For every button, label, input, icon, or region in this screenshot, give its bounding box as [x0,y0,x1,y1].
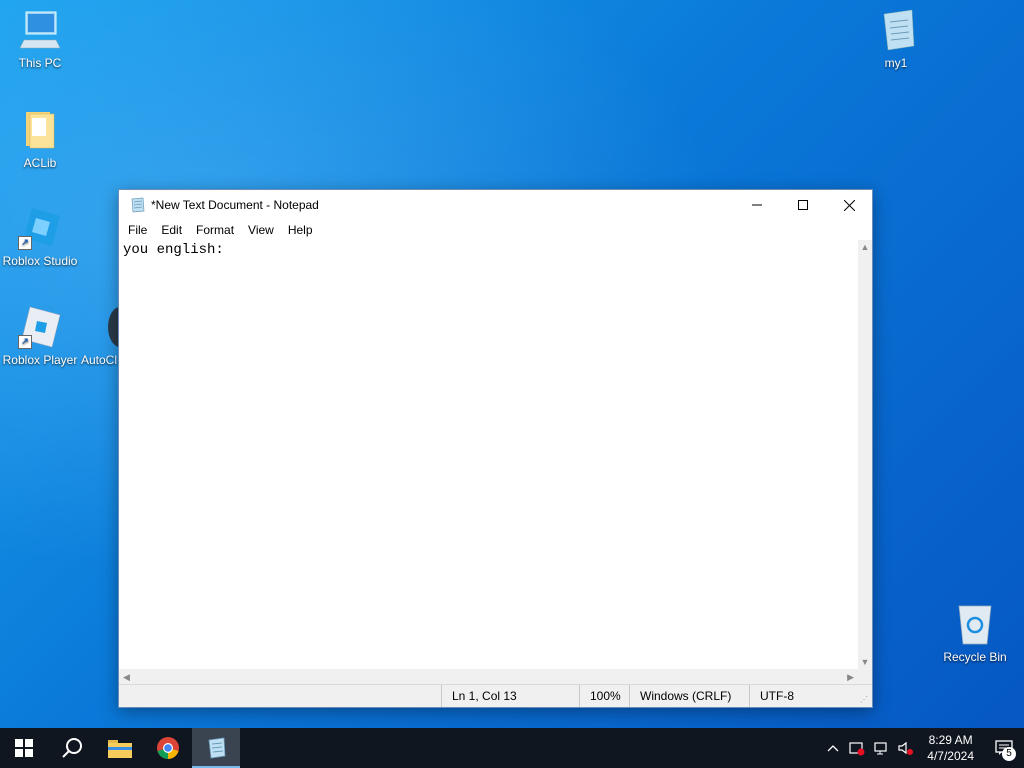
desktop-icon-label: Roblox Player [2,353,78,367]
roblox-studio-icon: ↗ [18,206,62,250]
status-encoding: UTF-8 [749,685,860,707]
desktop-icon-label: my1 [884,56,908,70]
window-title: *New Text Document - Notepad [151,198,319,212]
search-button[interactable] [48,728,96,768]
clock-date: 4/7/2024 [927,749,974,763]
menu-bar: File Edit Format View Help [119,220,872,240]
recycle-bin-icon [953,602,997,646]
desktop-icon-autoclicker[interactable]: AutoCl [74,305,118,367]
minimize-icon [752,204,762,206]
scroll-left-icon[interactable]: ◀ [119,669,134,685]
network-icon[interactable] [869,728,893,768]
maximize-icon [798,200,808,210]
start-button[interactable] [0,728,48,768]
desktop-icon-roblox-studio[interactable]: ↗ Roblox Studio [2,206,78,268]
notepad-icon [208,737,226,759]
menu-file[interactable]: File [121,220,154,240]
notification-count-badge: 5 [1002,747,1016,761]
scroll-up-icon[interactable]: ▲ [858,242,872,252]
system-tray: 8:29 AM 4/7/2024 5 [821,728,1024,768]
menu-edit[interactable]: Edit [154,220,189,240]
desktop-icon-label: This PC [18,56,62,70]
scroll-down-icon[interactable]: ▼ [858,657,872,667]
file-explorer-button[interactable] [96,728,144,768]
desktop-icon-label: AutoCl [81,353,118,367]
chrome-button[interactable] [144,728,192,768]
status-zoom: 100% [579,685,630,707]
desktop-icon-my1[interactable]: my1 [858,8,934,70]
desktop-icon-recycle-bin[interactable]: Recycle Bin [937,602,1013,664]
maximize-button[interactable] [780,190,826,220]
security-alert-icon[interactable] [845,728,869,768]
status-bar: Ln 1, Col 13 100% Windows (CRLF) UTF-8 ⋰ [119,684,872,707]
desktop-icon-label: ACLib [23,156,57,170]
notepad-taskbar-button[interactable] [192,728,240,768]
volume-muted-icon[interactable] [893,728,917,768]
title-bar[interactable]: *New Text Document - Notepad [119,190,872,220]
notepad-icon [129,197,145,213]
clock[interactable]: 8:29 AM 4/7/2024 [917,732,984,764]
windows-logo-icon [15,739,33,757]
menu-help[interactable]: Help [281,220,320,240]
search-icon [62,738,82,758]
menu-view[interactable]: View [241,220,281,240]
desktop-icon-this-pc[interactable]: This PC [2,8,78,70]
text-editor[interactable]: you english: [119,240,858,669]
show-hidden-icons-chevron-icon[interactable] [821,728,845,768]
vertical-scrollbar[interactable]: ▲ ▼ [858,240,872,669]
folder-icon [108,740,132,758]
text-document-icon [874,8,918,52]
status-line-ending: Windows (CRLF) [629,685,750,707]
shortcut-arrow-icon: ↗ [18,335,32,349]
shortcut-arrow-icon: ↗ [18,236,32,250]
chrome-icon [157,737,179,759]
autoclicker-icon [102,305,118,349]
desktop-icon-roblox-player[interactable]: ↗ Roblox Player [2,305,78,367]
desktop-icon-label: Recycle Bin [943,650,1007,664]
minimize-button[interactable] [734,190,780,220]
desktop-icon-label: Roblox Studio [2,254,78,268]
action-center-button[interactable]: 5 [984,728,1024,768]
scroll-right-icon[interactable]: ▶ [843,669,858,685]
monitor-icon [18,8,62,52]
resize-grip-icon[interactable]: ⋰ [860,695,870,705]
roblox-player-icon: ↗ [18,305,62,349]
desktop-icon-aclib[interactable]: ACLib [2,108,78,170]
status-cursor-position: Ln 1, Col 13 [441,685,580,707]
horizontal-scrollbar[interactable]: ◀ ▶ [119,669,858,685]
notepad-window: *New Text Document - Notepad File Edit F… [118,189,873,708]
taskbar: 8:29 AM 4/7/2024 5 [0,728,1024,768]
folder-icon [18,108,62,152]
close-button[interactable] [826,190,872,220]
scrollbar-corner [858,669,872,685]
close-icon [843,199,855,211]
menu-format[interactable]: Format [189,220,241,240]
clock-time: 8:29 AM [928,733,973,747]
